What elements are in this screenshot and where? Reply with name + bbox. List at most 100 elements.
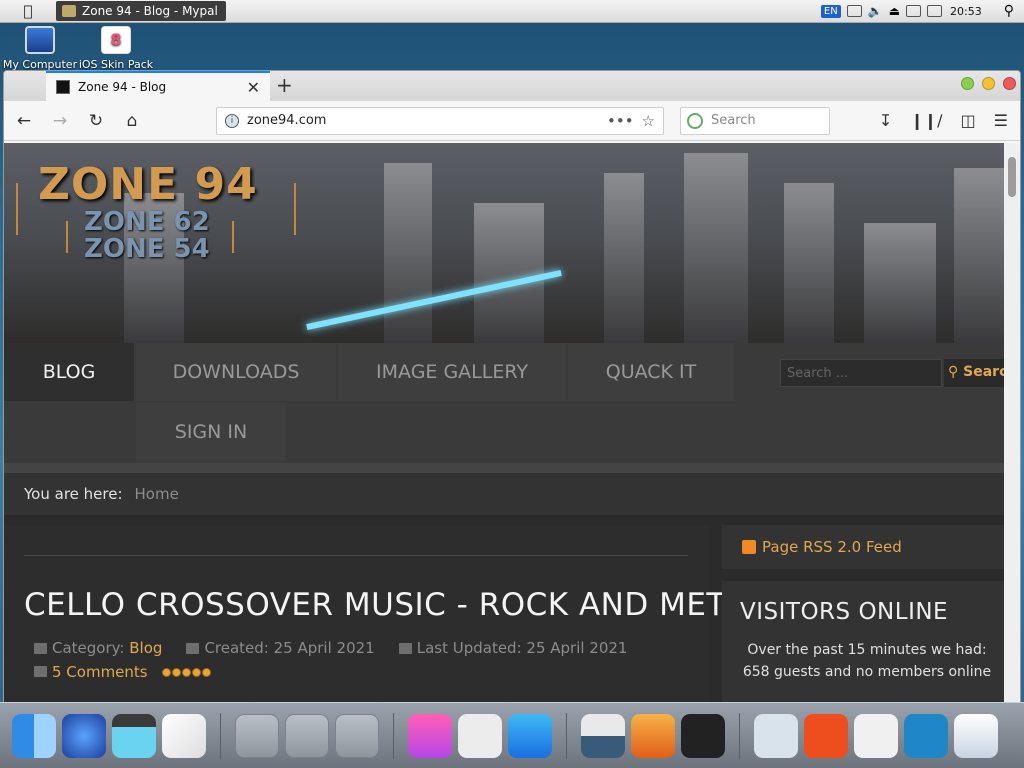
building-shape <box>864 223 936 343</box>
star-icon <box>171 667 181 677</box>
menu-item-image-gallery[interactable]: IMAGE GALLERY <box>338 343 566 401</box>
display-icon[interactable] <box>906 5 922 17</box>
folder-icon <box>34 643 47 654</box>
minimized-window-icon[interactable] <box>335 713 379 758</box>
category-meta: Category: Blog <box>34 639 162 657</box>
menu-item-blog[interactable]: BLOG <box>4 343 134 401</box>
bookmark-star-icon[interactable]: ☆ <box>642 112 655 130</box>
active-app-title[interactable]: Zone 94 - Blog - Mypal <box>56 1 226 21</box>
power-icon[interactable] <box>804 713 848 758</box>
spotlight-search-icon[interactable]: ⚲ <box>1004 3 1014 19</box>
sidebar-icon[interactable]: ◫ <box>961 111 976 130</box>
notes-icon[interactable] <box>581 713 625 758</box>
rss-icon <box>742 540 756 554</box>
app-icon <box>62 5 76 17</box>
updated-date: Last Updated: 25 April 2021 <box>416 639 628 657</box>
video-clapper-icon[interactable] <box>112 713 156 758</box>
dock <box>0 702 1024 768</box>
app-store-tools-icon[interactable] <box>854 713 898 758</box>
site-info-icon[interactable]: i <box>225 113 239 128</box>
minimized-window-icon[interactable] <box>285 713 329 758</box>
divider <box>24 555 688 556</box>
system-tray: EN 🔈 ⏏ 20:53 ⚲ <box>820 0 1024 22</box>
dock-separator <box>739 712 740 759</box>
star-icon <box>191 667 201 677</box>
page-actions-icon[interactable]: ••• <box>607 112 634 130</box>
site-search-button-label: Search <box>963 364 1006 380</box>
minimize-button[interactable] <box>961 77 974 90</box>
rating-stars[interactable] <box>161 667 211 677</box>
logo-sub-zone-54: ZONE 54 <box>84 234 210 264</box>
article-meta-row-2: 5 Comments <box>34 663 211 681</box>
building-shape <box>684 153 748 343</box>
browser-search-box[interactable]: Search <box>680 106 830 135</box>
app-store-icon[interactable] <box>508 713 552 758</box>
address-bar[interactable]: i zone94.com ••• ☆ <box>216 106 664 135</box>
download-icon[interactable]: ↧ <box>879 111 892 130</box>
reload-button[interactable]: ↻ <box>84 111 108 131</box>
maximize-button[interactable] <box>982 77 995 90</box>
search-engine-icon[interactable] <box>687 112 703 129</box>
forward-button[interactable]: → <box>48 111 72 131</box>
finder-icon[interactable] <box>12 713 56 758</box>
rss-link[interactable]: Page RSS 2.0 Feed <box>762 538 902 556</box>
rss-feed-box: Page RSS 2.0 Feed <box>722 525 1006 569</box>
site-search-input[interactable]: Search ... <box>780 359 942 387</box>
eject-icon[interactable]: ⏏ <box>889 4 900 18</box>
tab-zone94-blog[interactable]: Zone 94 - Blog ✕ <box>46 71 270 101</box>
divider <box>4 463 1006 473</box>
visitors-title: VISITORS ONLINE <box>740 599 949 625</box>
text-editor-icon[interactable] <box>162 713 206 758</box>
main-article: CELLO CROSSOVER MUSIC - ROCK AND METAL C… <box>4 525 762 719</box>
comments-meta: 5 Comments <box>34 663 148 681</box>
desktop-icon-ios-skin-pack[interactable]: 8 iOS Skin Pack <box>76 26 156 71</box>
breadcrumb-home: Home <box>134 485 179 503</box>
apple-menu-icon[interactable]:  <box>0 2 56 20</box>
menu-item-sign-in[interactable]: SIGN IN <box>136 403 286 461</box>
volume-icon[interactable]: 🔈 <box>868 4 883 18</box>
system-info-icon[interactable] <box>754 713 798 758</box>
back-button[interactable]: ← <box>12 111 36 131</box>
storage-icon[interactable] <box>904 713 948 758</box>
keyboard-icon[interactable] <box>846 5 862 17</box>
article-title[interactable]: CELLO CROSSOVER MUSIC - ROCK AND METAL <box>24 587 763 623</box>
breadcrumb: You are here: Home <box>4 473 1006 515</box>
url-text[interactable]: zone94.com <box>247 113 599 128</box>
network-icon[interactable] <box>927 5 943 17</box>
building-shape <box>954 168 1006 343</box>
building-shape <box>384 163 432 343</box>
created-meta: Created: 25 April 2021 <box>186 639 375 657</box>
dashboard-gauge-icon[interactable] <box>681 713 725 758</box>
clock[interactable]: 20:53 <box>950 5 982 18</box>
tab-strip: Zone 94 - Blog ✕ + <box>4 71 1020 101</box>
site-search-button[interactable]: ⚲ Search <box>944 359 1006 387</box>
menu-item-quack-it[interactable]: QUACK IT <box>568 343 734 401</box>
header-banner: ZONE 94 ZONE 62 ZONE 54 <box>4 143 1006 343</box>
scrollbar-thumb[interactable] <box>1008 157 1016 197</box>
menu-item-downloads[interactable]: DOWNLOADS <box>136 343 336 401</box>
dock-separator <box>393 712 394 759</box>
site-logo-sub[interactable]: ZONE 62 ZONE 54 <box>84 209 210 263</box>
favicon-icon <box>56 80 70 94</box>
page-scrollbar[interactable] <box>1004 143 1020 719</box>
language-indicator[interactable]: EN <box>820 4 841 18</box>
launchpad-rocket-icon[interactable] <box>631 713 675 758</box>
library-icon[interactable]: ❙❙∕ <box>910 111 942 130</box>
icloud-icon[interactable] <box>458 713 502 758</box>
created-date: Created: 25 April 2021 <box>204 639 375 657</box>
new-tab-button[interactable]: + <box>276 73 293 97</box>
minimized-window-icon[interactable] <box>235 713 279 758</box>
hamburger-menu-icon[interactable]: ☰ <box>994 111 1008 130</box>
desktop-icon-my-computer[interactable]: My Computer <box>0 26 80 71</box>
calendar-icon <box>398 643 412 654</box>
browser-globe-icon[interactable] <box>62 713 106 758</box>
site-logo[interactable]: ZONE 94 <box>38 159 258 210</box>
window-preview-icon[interactable] <box>954 713 998 758</box>
close-window-button[interactable] <box>1003 77 1016 90</box>
close-tab-icon[interactable]: ✕ <box>247 78 260 97</box>
itunes-icon[interactable] <box>408 713 452 758</box>
toolbar-right: ↧ ❙❙∕ ◫ ☰ <box>879 111 1012 130</box>
comments-link[interactable]: 5 Comments <box>52 663 148 681</box>
category-link[interactable]: Blog <box>129 639 162 657</box>
home-button[interactable]: ⌂ <box>120 111 144 131</box>
